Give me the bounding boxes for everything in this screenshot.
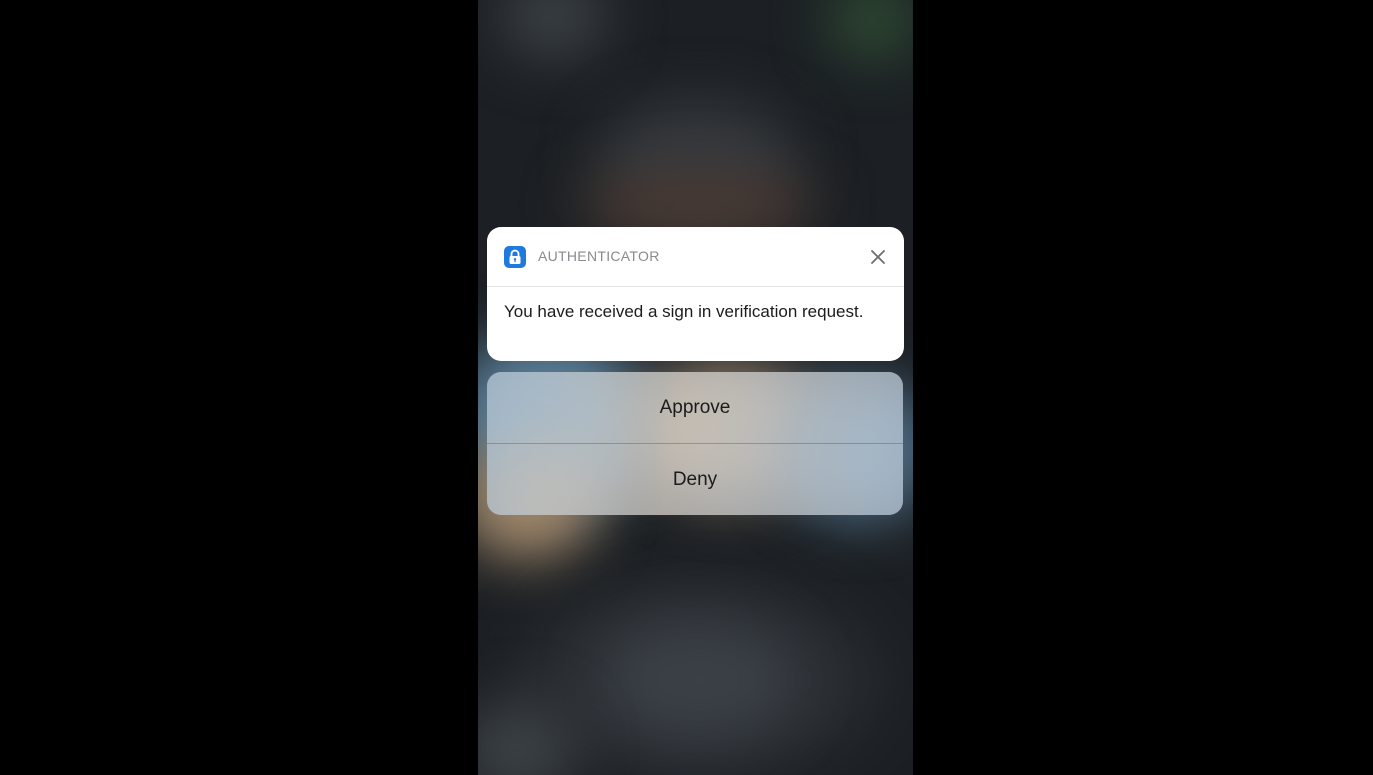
notification-message: You have received a sign in verification…: [504, 302, 864, 321]
deny-button[interactable]: Deny: [487, 444, 903, 515]
close-button[interactable]: [867, 246, 889, 268]
app-name: AUTHENTICATOR: [538, 248, 660, 264]
blur-blob: [598, 620, 798, 740]
notification-card[interactable]: AUTHENTICATOR You have received a sign i…: [487, 227, 904, 361]
blur-blob: [828, 0, 913, 60]
lock-icon: [504, 246, 526, 268]
blur-blob: [498, 0, 608, 60]
approve-button[interactable]: Approve: [487, 372, 903, 443]
close-icon: [871, 250, 885, 264]
notification-header: AUTHENTICATOR: [487, 227, 904, 287]
notification-actions: Approve Deny: [487, 372, 903, 515]
